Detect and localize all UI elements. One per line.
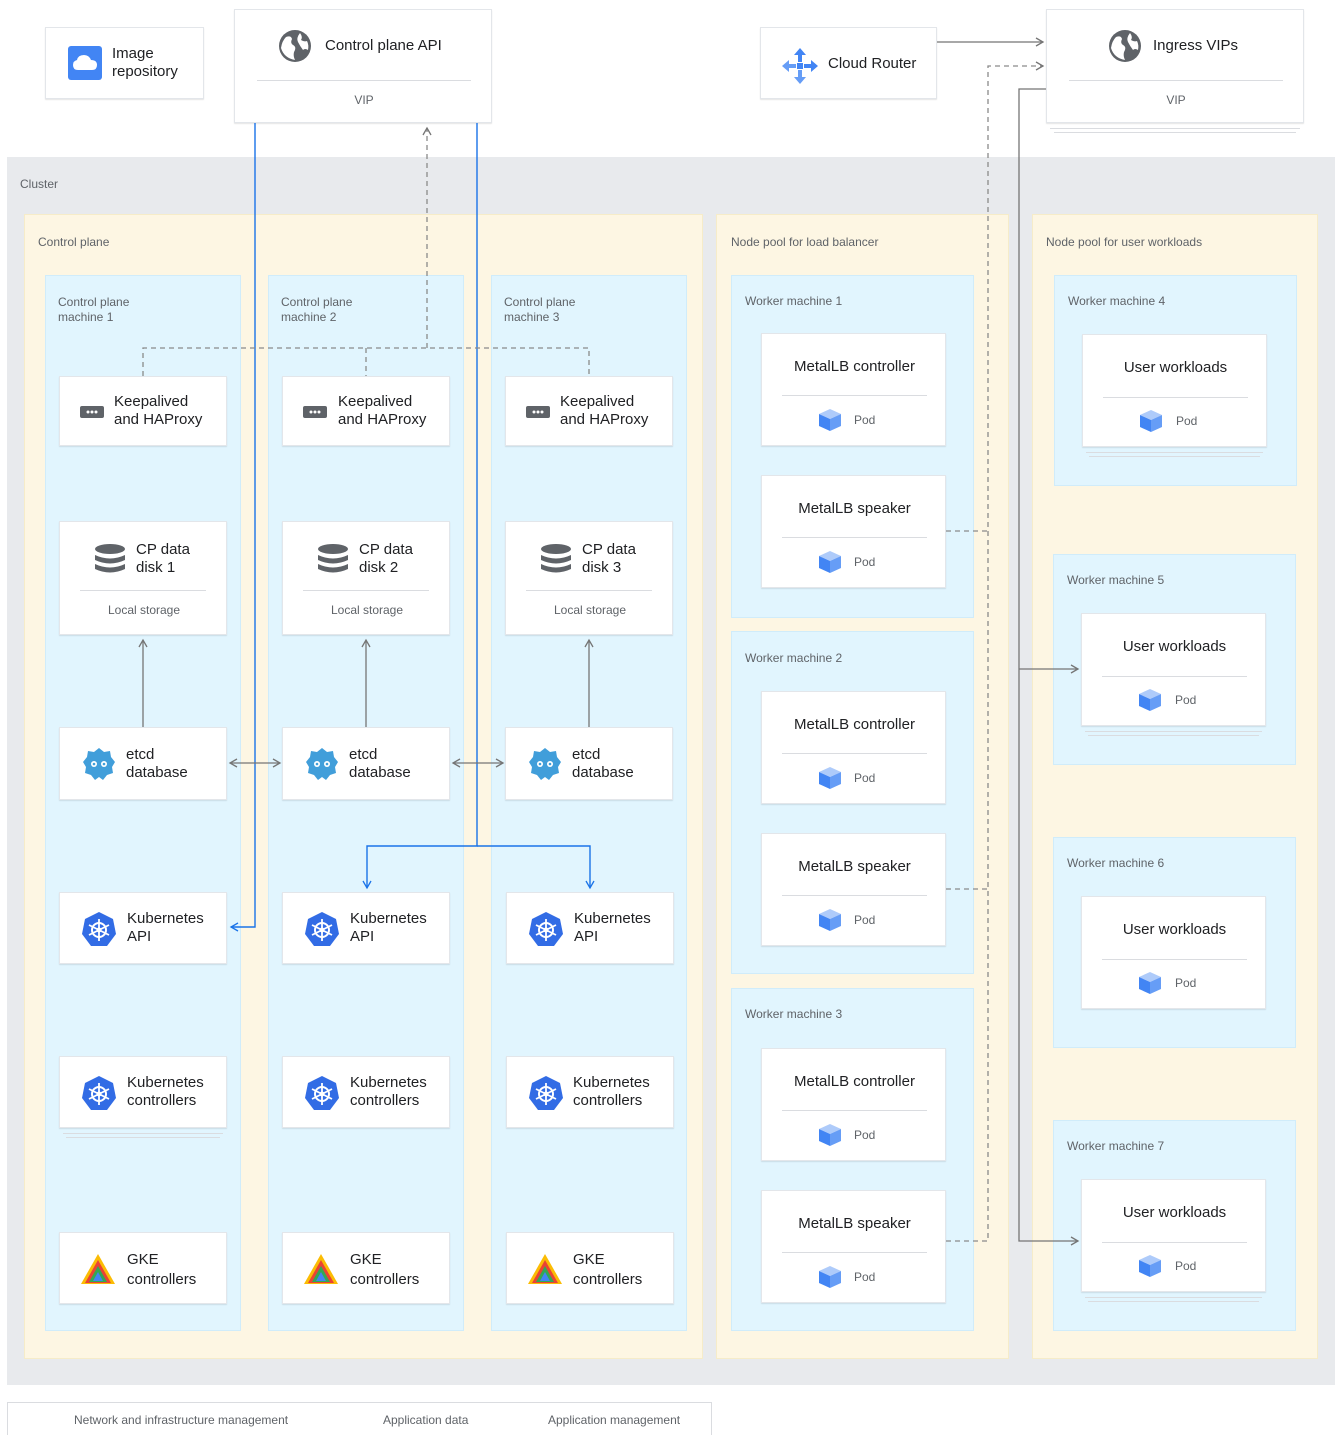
application-data-lines: [138, 37, 1080, 1246]
network-infra-lines: [142, 61, 1045, 1242]
legend-solid-label: Application data: [383, 1413, 469, 1427]
connection-lines: [24, 37, 1080, 1421]
application-management-lines: [229, 123, 595, 932]
legend-blue-label: Application management: [548, 1413, 681, 1427]
legend-dashed-label: Network and infrastructure management: [74, 1413, 289, 1427]
